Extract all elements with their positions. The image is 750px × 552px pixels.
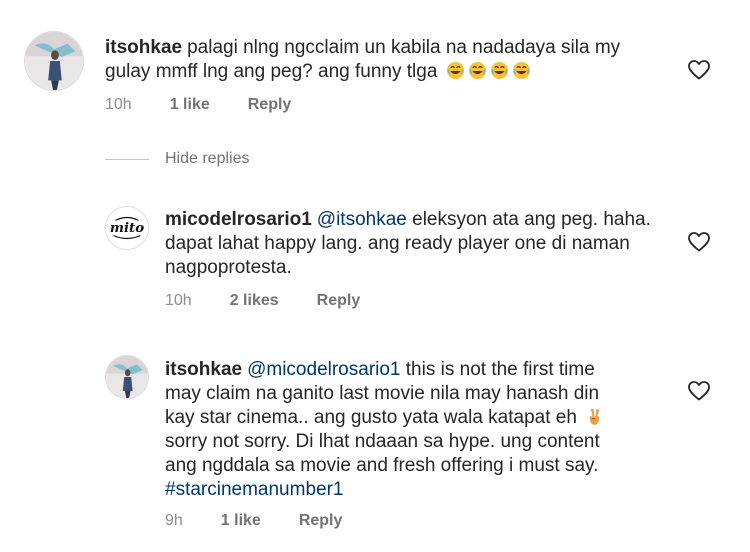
reply-button[interactable]: Reply	[248, 96, 292, 114]
comment-body: palagi nlng ngcclaim un kabila na nadada…	[105, 37, 621, 82]
timestamp[interactable]: 10h	[165, 292, 192, 310]
timestamp[interactable]: 9h	[165, 512, 183, 530]
avatar[interactable]: mito	[105, 206, 149, 250]
laughing-face-emoji-icon	[465, 61, 487, 82]
mention-link[interactable]: @itsohkae	[317, 209, 407, 230]
hide-replies-toggle[interactable]: Hide replies	[105, 150, 249, 168]
avatar[interactable]	[105, 355, 149, 399]
reply-button[interactable]: Reply	[317, 292, 361, 310]
divider-line	[105, 158, 149, 160]
username[interactable]: itsohkae	[165, 359, 242, 380]
comment-text: micodelrosario1 @itsohkae eleksyon ata an…	[165, 208, 665, 280]
victory-hand-emoji-icon	[582, 407, 604, 428]
comment-line: sorry not sorry. Di lhat ndaaan sa hype.…	[165, 431, 600, 452]
reply-button[interactable]: Reply	[299, 512, 343, 530]
comment-line: ang ngddala sa movie and fresh offering …	[165, 455, 599, 476]
likes-count[interactable]: 1 like	[221, 512, 261, 530]
heart-icon[interactable]	[687, 230, 711, 254]
heart-icon[interactable]	[687, 58, 711, 82]
username[interactable]: itsohkae	[105, 37, 182, 58]
timestamp[interactable]: 10h	[105, 96, 132, 114]
hide-replies-label[interactable]: Hide replies	[165, 150, 249, 168]
comment-body-line: this is not the first time	[405, 359, 595, 380]
comment-meta: 10h 2 likes Reply	[165, 292, 360, 310]
laughing-face-emoji-icon	[509, 61, 531, 82]
profile-photo-icon	[106, 356, 148, 398]
username[interactable]: micodelrosario1	[165, 209, 312, 230]
svg-text:mito: mito	[110, 220, 144, 236]
likes-count[interactable]: 1 like	[170, 96, 210, 114]
mention-link[interactable]: @micodelrosario1	[247, 359, 400, 380]
likes-count[interactable]: 2 likes	[230, 292, 279, 310]
comment-text: itsohkae palagi nlng ngcclaim un kabila n…	[105, 36, 665, 84]
comment-line: #starcinemanumber1	[165, 478, 685, 502]
comment-line: kay star cinema.. ang gusto yata wala ka…	[165, 406, 685, 430]
mido-logo-icon: mito	[106, 207, 148, 249]
heart-icon[interactable]	[687, 379, 711, 403]
hashtag-link[interactable]: #starcinemanumber1	[165, 479, 343, 500]
avatar[interactable]	[24, 31, 84, 91]
comment-line: itsohkae @micodelrosario1 this is not the…	[165, 358, 685, 382]
comment-text: itsohkae @micodelrosario1 this is not the…	[165, 358, 685, 502]
comment-line: may claim na ganito last movie nila may …	[165, 383, 600, 404]
comment-meta: 9h 1 like Reply	[165, 512, 342, 530]
profile-photo-icon	[25, 32, 83, 90]
comment-body-line: kay star cinema.. ang gusto yata wala ka…	[165, 407, 577, 428]
laughing-face-emoji-icon	[443, 61, 465, 82]
laughing-face-emoji-icon	[487, 61, 509, 82]
comment-meta: 10h 1 like Reply	[105, 96, 291, 114]
